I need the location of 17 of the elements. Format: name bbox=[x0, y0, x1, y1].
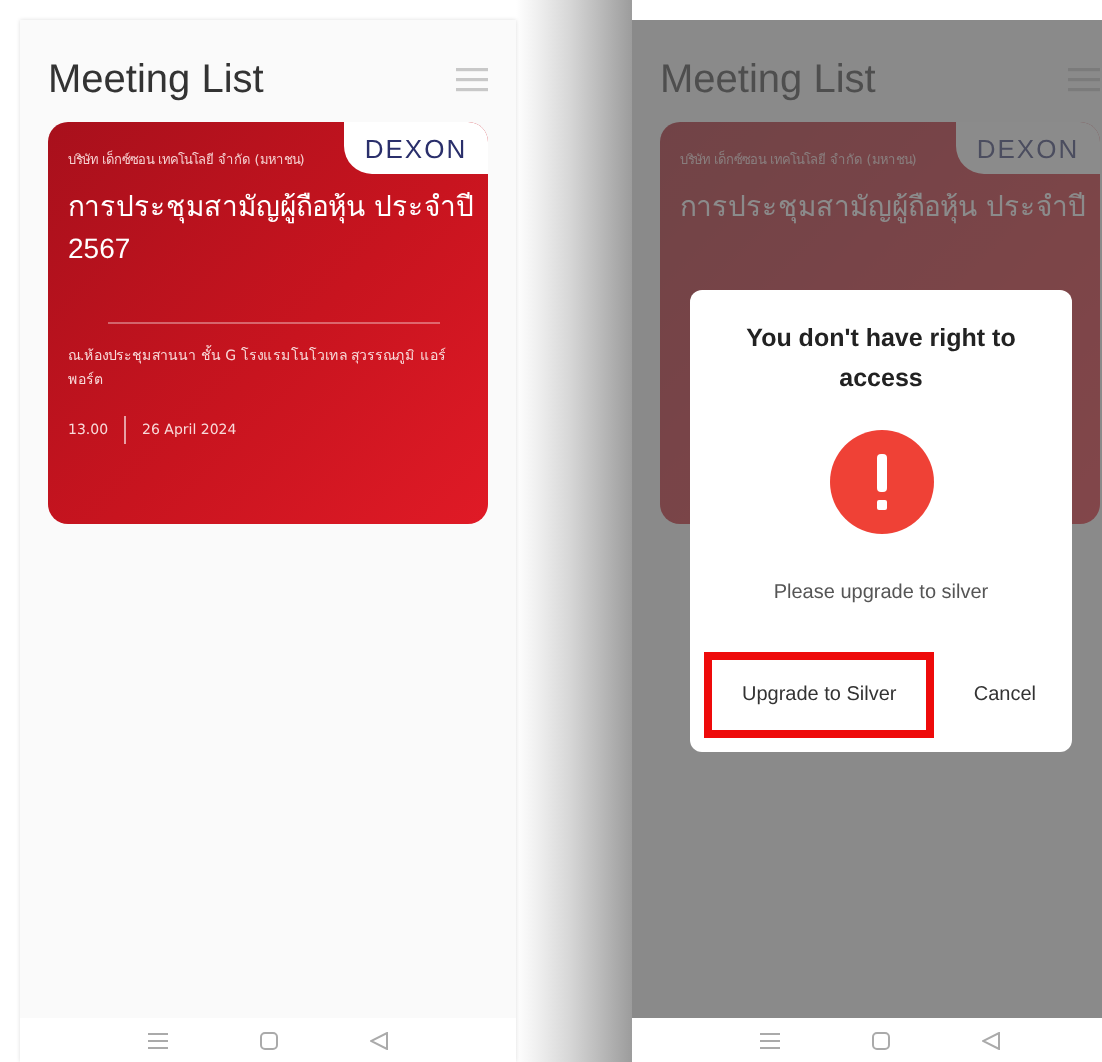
triangle-icon[interactable] bbox=[982, 1031, 1000, 1049]
dialog-message: Please upgrade to silver bbox=[773, 582, 989, 604]
exclamation-icon bbox=[829, 430, 933, 534]
page-title: Meeting List bbox=[48, 57, 264, 103]
triangle-icon[interactable] bbox=[370, 1031, 388, 1049]
upgrade-button[interactable]: Upgrade to Silver bbox=[704, 652, 935, 738]
menu-icon[interactable] bbox=[456, 68, 488, 92]
logo: DEXON bbox=[344, 122, 488, 174]
square-icon[interactable] bbox=[260, 1031, 278, 1049]
menu-icon[interactable] bbox=[148, 1031, 168, 1049]
meeting-title: การประชุมสามัญผู้ถือหุ้น ประจำปี bbox=[68, 188, 468, 228]
dialog-title: You don't have right to access bbox=[744, 322, 1018, 396]
page-title: Meeting List bbox=[660, 57, 876, 103]
square-icon[interactable] bbox=[872, 1031, 890, 1049]
meeting-title: 2567 bbox=[68, 230, 133, 268]
meeting-title: การประชุมสามัญผู้ถือหุ้น ประจำปี bbox=[680, 188, 1080, 228]
menu-icon[interactable] bbox=[760, 1031, 780, 1049]
